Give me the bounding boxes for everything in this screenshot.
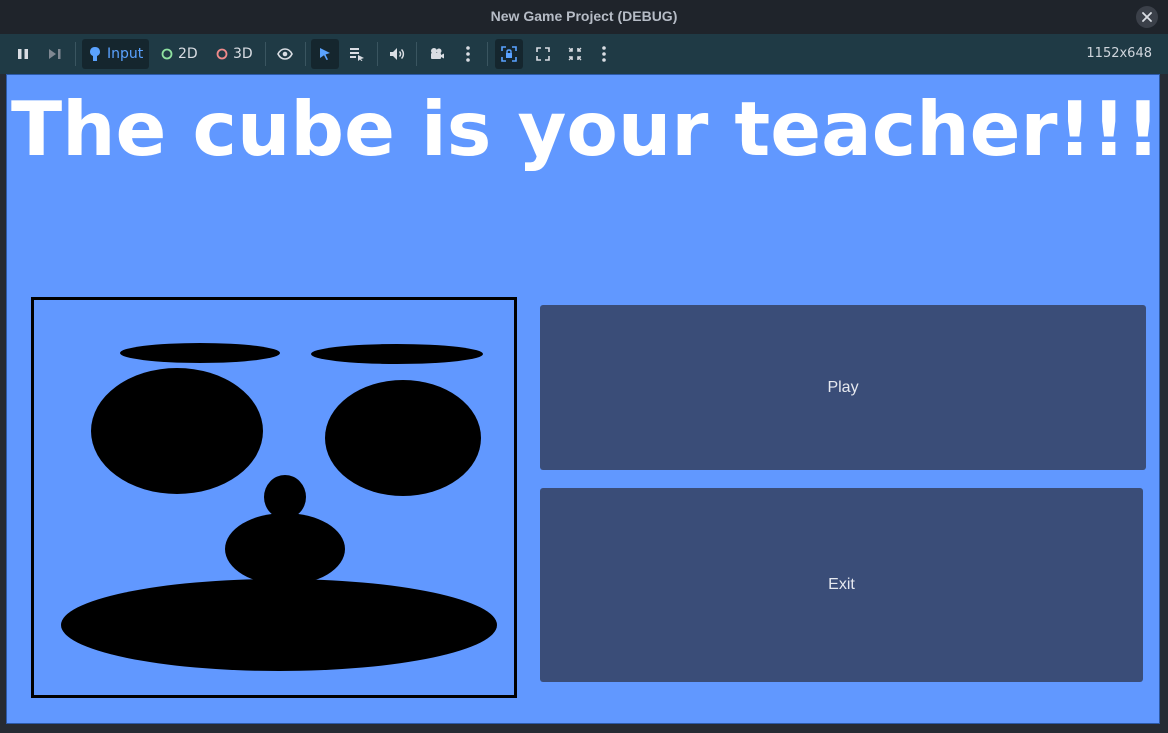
resolution-readout: 1152x648 [1086, 46, 1152, 61]
toolbar-separator [75, 42, 76, 66]
step-frame-button[interactable] [42, 39, 68, 69]
step-frame-icon [49, 49, 61, 59]
close-icon [1142, 12, 1152, 22]
kebab-menu-icon [466, 46, 470, 62]
node-list-button[interactable] [343, 39, 371, 69]
embed-options-button[interactable] [594, 39, 614, 69]
mode-2d-label: 2D [178, 46, 198, 62]
input-icon [90, 47, 100, 61]
kebab-menu-icon [602, 46, 606, 62]
window-title: New Game Project (DEBUG) [490, 8, 678, 24]
cube-face-image [31, 297, 517, 698]
headline-title: The cube is your teacher!!! [11, 85, 1160, 173]
camera-icon [431, 48, 444, 59]
play-button[interactable]: Play [540, 305, 1146, 470]
shrink-icon [568, 47, 582, 61]
pause-button[interactable] [10, 39, 36, 69]
mode-3d-label: 3D [233, 46, 253, 62]
exit-label: Exit [828, 576, 855, 593]
game-window: New Game Project (DEBUG) Input 2D 3D 115… [0, 0, 1168, 733]
camera-options-button[interactable] [458, 39, 478, 69]
play-label: Play [827, 379, 859, 396]
title-bar[interactable]: New Game Project (DEBUG) [0, 0, 1168, 34]
toolbar-separator [377, 42, 378, 66]
cursor-icon [320, 48, 330, 60]
toolbar-separator [487, 42, 488, 66]
toolbar-separator [265, 42, 266, 66]
embed-lock-button[interactable] [495, 39, 523, 69]
keep-aspect-button[interactable] [562, 39, 588, 69]
circle-3d-icon [216, 48, 228, 60]
lock-aspect-icon [501, 46, 517, 62]
input-label: Input [107, 46, 144, 62]
exit-button[interactable]: Exit [540, 488, 1143, 682]
debug-toolbar: Input 2D 3D [0, 34, 1168, 74]
mode-2d-button[interactable]: 2D [155, 39, 205, 69]
audio-button[interactable] [384, 39, 410, 69]
circle-2d-icon [161, 48, 173, 60]
expand-button[interactable] [530, 39, 556, 69]
cube-face-icon [61, 343, 497, 671]
toolbar-separator [416, 42, 417, 66]
select-button[interactable] [311, 39, 339, 69]
close-button[interactable] [1136, 6, 1158, 28]
visibility-button[interactable] [272, 39, 298, 69]
pause-icon [18, 49, 28, 59]
fullscreen-icon [536, 47, 550, 61]
mode-3d-button[interactable]: 3D [210, 39, 260, 69]
camera-button[interactable] [423, 39, 451, 69]
input-toggle-button[interactable]: Input [82, 39, 149, 69]
eye-icon [277, 48, 293, 60]
speaker-icon [390, 48, 405, 60]
toolbar-separator [305, 42, 306, 66]
game-viewport[interactable]: The cube is your teacher!!! Play Exit [6, 74, 1160, 724]
node-list-icon [350, 48, 364, 61]
